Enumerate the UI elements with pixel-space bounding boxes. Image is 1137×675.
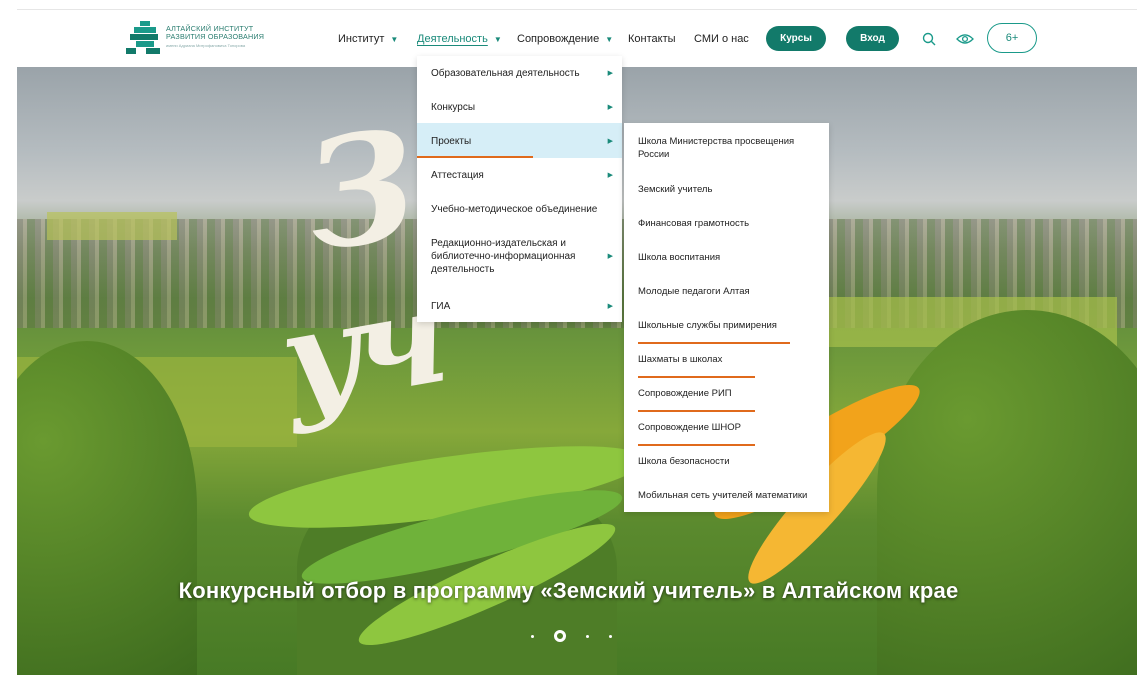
eye-icon[interactable] (955, 29, 975, 49)
menu-item-publishing[interactable]: Редакционно-издательская и библиотечно-и… (431, 237, 601, 276)
menu-item-project[interactable]: Школа безопасности (638, 455, 824, 468)
slider-dots (531, 630, 612, 642)
activity-dropdown: Образовательная деятельность ▶ Конкурсы … (417, 56, 622, 322)
chevron-right-icon: ▶ (607, 253, 613, 260)
caret-down-icon: ▼ (493, 35, 502, 44)
menu-item-project[interactable]: Школа Министерства просвещения России (638, 135, 824, 161)
slide-title: Конкурсный отбор в программу «Земский уч… (178, 578, 959, 603)
item-underline (638, 444, 755, 446)
chevron-right-icon: ▶ (607, 303, 613, 310)
menu-item-education[interactable]: Образовательная деятельность (431, 67, 611, 80)
chevron-right-icon: ▶ (607, 104, 613, 111)
slider-dot[interactable] (609, 634, 612, 638)
menu-item-gia[interactable]: ГИА (431, 300, 611, 313)
slider-dot[interactable] (531, 634, 534, 638)
logo-subtitle: имени Адриана Митрофановича Топорова (166, 43, 246, 48)
hero-trees (877, 310, 1137, 675)
caret-down-icon: ▼ (390, 35, 399, 44)
nav-item-support[interactable]: Сопровождение ▼ (517, 33, 613, 45)
courses-button[interactable]: Курсы (766, 26, 826, 51)
search-icon[interactable] (919, 29, 939, 49)
logo-mark-icon (126, 21, 160, 54)
site-logo[interactable]: Алтайский институт развития образования … (126, 19, 266, 55)
chevron-right-icon: ▶ (607, 172, 613, 179)
active-underline (417, 156, 533, 158)
menu-item-project[interactable]: Мобильная сеть учителей математики (638, 489, 838, 502)
menu-item-project[interactable]: Земский учитель (638, 183, 824, 196)
menu-item-project[interactable]: Молодые педагоги Алтая (638, 285, 824, 298)
menu-item-project[interactable]: Шахматы в школах (638, 353, 824, 366)
nav-item-activity[interactable]: Деятельность ▼ (417, 33, 502, 45)
menu-item-project[interactable]: Школа воспитания (638, 251, 824, 264)
login-button[interactable]: Вход (846, 26, 899, 51)
menu-item-project[interactable]: Сопровождение ШНОР (638, 421, 824, 434)
chevron-right-icon: ▶ (607, 138, 613, 145)
nav-item-media[interactable]: СМИ о нас (694, 33, 749, 45)
slider-dot-active[interactable] (554, 630, 566, 642)
menu-item-project[interactable]: Школьные службы примирения (638, 319, 824, 332)
age-rating-button[interactable]: 6+ (987, 23, 1037, 53)
item-underline (638, 342, 790, 344)
item-underline (638, 376, 755, 378)
chevron-right-icon: ▶ (607, 70, 613, 77)
menu-item-attestation[interactable]: Аттестация (431, 169, 611, 182)
logo-name: Алтайский институт развития образования (166, 24, 265, 41)
item-underline (638, 410, 755, 412)
menu-item-project[interactable]: Финансовая грамотность (638, 217, 824, 230)
menu-item-contests[interactable]: Конкурсы (431, 101, 611, 114)
nav-item-contacts[interactable]: Контакты (628, 33, 676, 45)
menu-item-umo[interactable]: Учебно-методическое объединение (431, 203, 611, 216)
menu-item-projects[interactable]: Проекты (431, 135, 611, 148)
nav-item-institute[interactable]: Институт ▼ (338, 33, 398, 45)
slider-dot[interactable] (586, 634, 589, 638)
hero-field (47, 212, 177, 240)
menu-item-project[interactable]: Сопровождение РИП (638, 387, 824, 400)
caret-down-icon: ▼ (605, 35, 614, 44)
projects-submenu: Школа Министерства просвещения России Зе… (624, 123, 829, 512)
